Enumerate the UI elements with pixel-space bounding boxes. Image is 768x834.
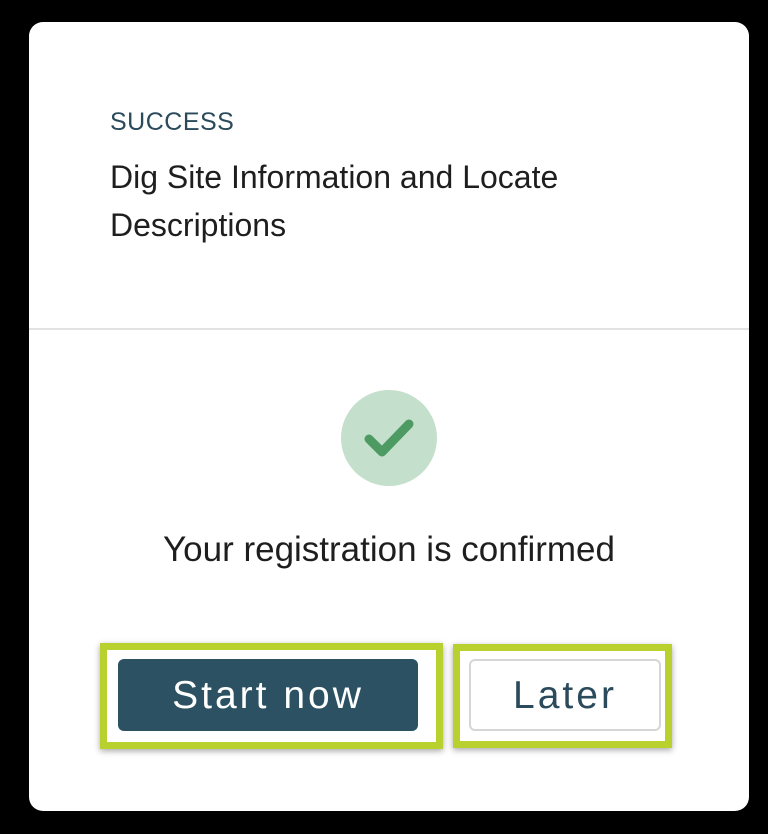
start-now-button[interactable]: Start now xyxy=(118,659,418,731)
registration-card: SUCCESS Dig Site Information and Locate … xyxy=(29,22,749,811)
course-title: Dig Site Information and Locate Descript… xyxy=(110,159,559,243)
success-badge xyxy=(341,390,437,486)
checkmark-icon xyxy=(364,419,414,457)
later-button[interactable]: Later xyxy=(469,659,661,731)
confirmation-message: Your registration is confirmed xyxy=(163,530,615,569)
card-header: SUCCESS Dig Site Information and Locate … xyxy=(29,22,749,328)
status-label: SUCCESS xyxy=(110,108,235,136)
divider xyxy=(29,328,749,330)
